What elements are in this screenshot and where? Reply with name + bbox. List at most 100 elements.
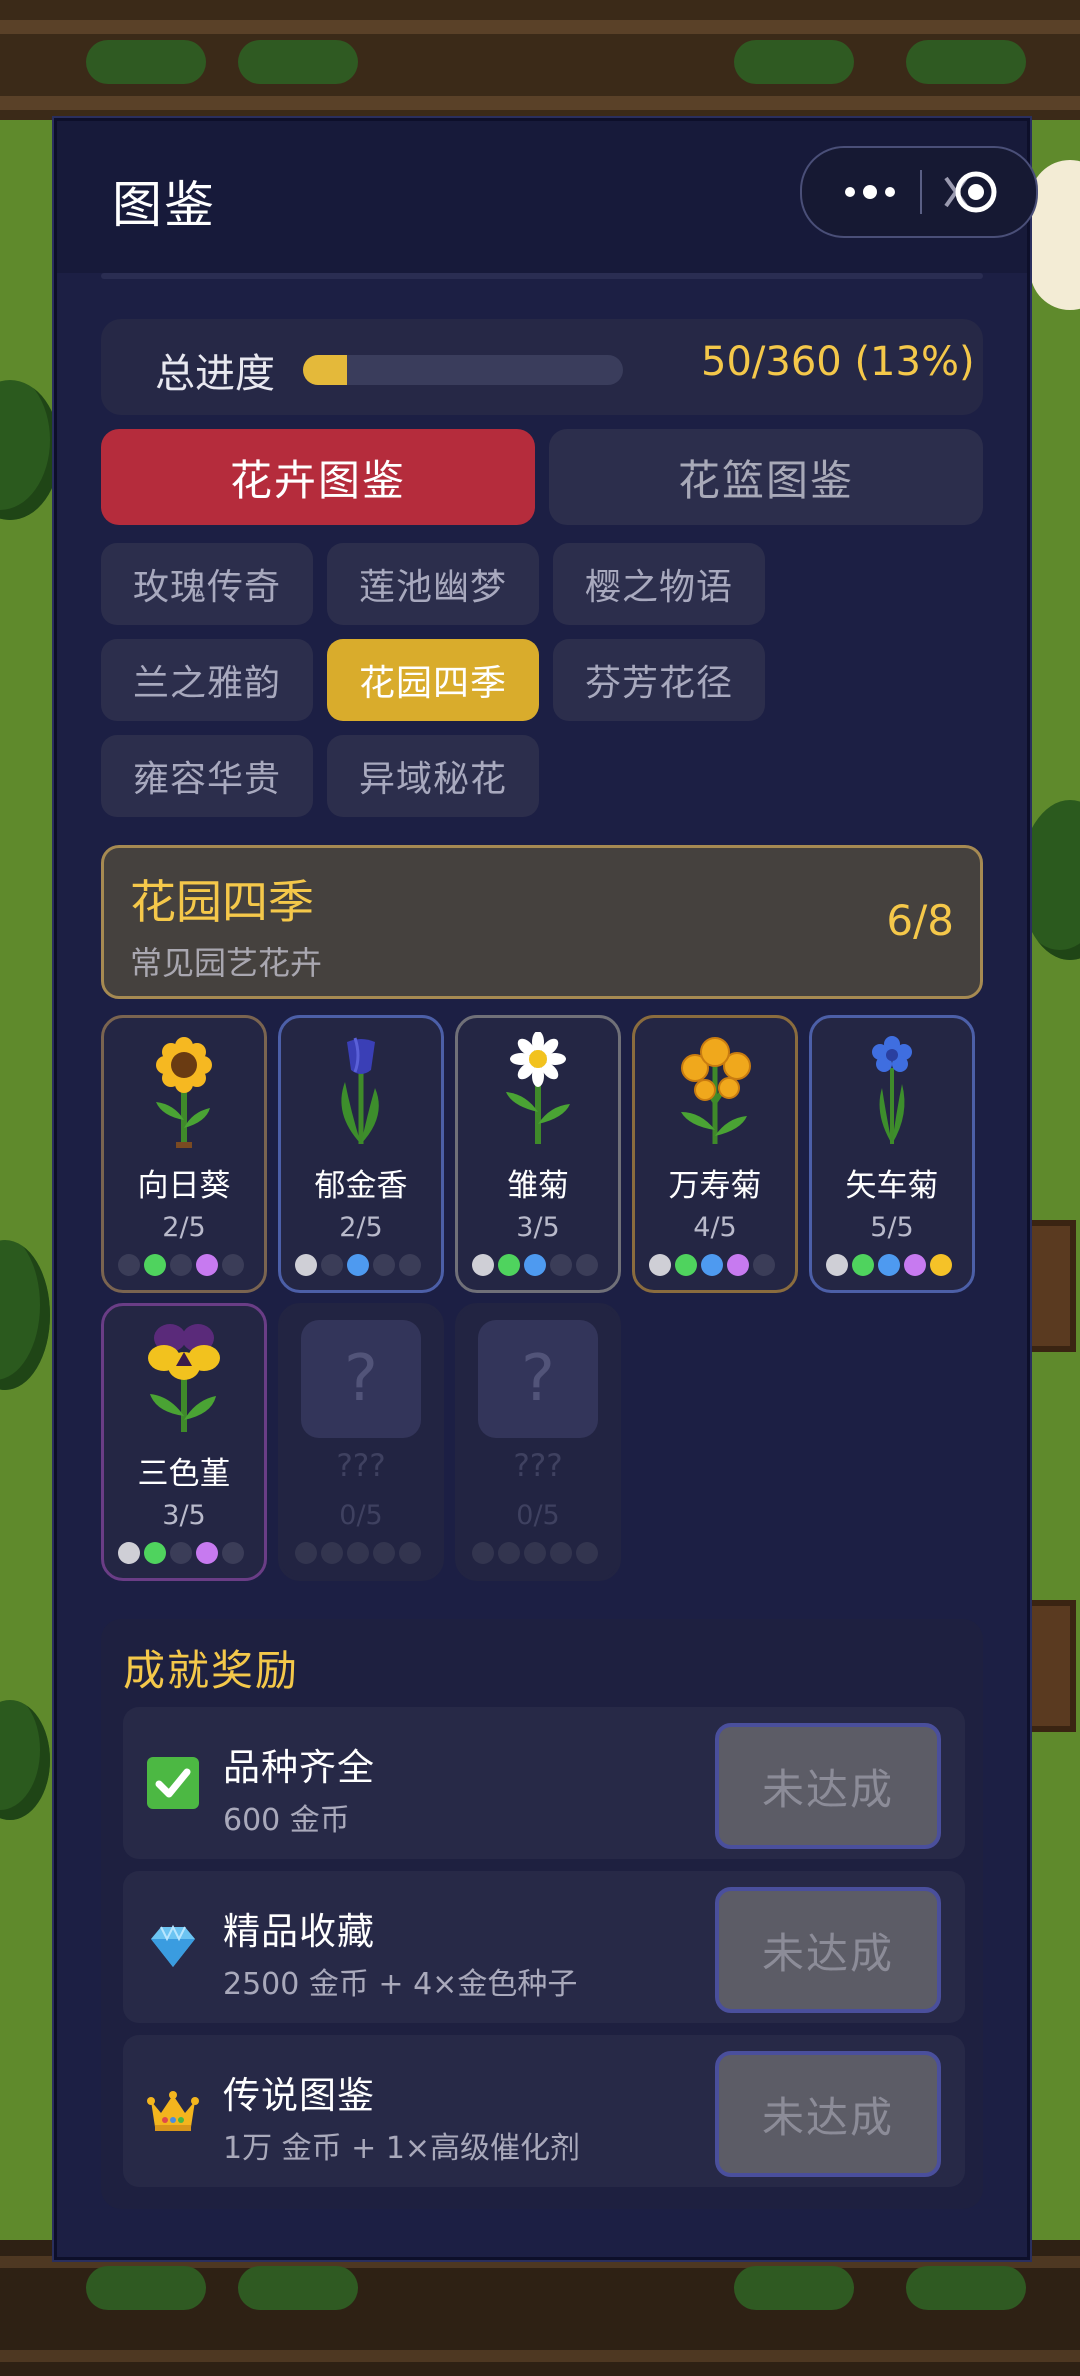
progress-value: 50/360 (13%) xyxy=(701,339,975,385)
rarity-dot xyxy=(753,1254,775,1276)
diamond-icon xyxy=(151,1924,195,1967)
flower-name: 三色堇 xyxy=(137,1456,231,1492)
flower-name: 雏菊 xyxy=(507,1168,569,1204)
game-bottom-border xyxy=(0,2240,1080,2376)
achievement-reward: 600 金币 xyxy=(223,1803,350,1838)
achievement-reward: 2500 金币 + 4×金色种子 xyxy=(223,1967,578,2002)
tab-flower-collection[interactable]: 花卉图鉴 xyxy=(101,429,535,525)
rarity-dot xyxy=(727,1254,749,1276)
rarity-dots xyxy=(472,1254,604,1276)
rarity-dot xyxy=(373,1254,395,1276)
rarity-dot xyxy=(649,1254,671,1276)
flower-card-pansy[interactable]: 三色堇 3/5 xyxy=(101,1303,267,1581)
progress-bar-fill xyxy=(303,355,348,385)
check-icon xyxy=(147,1757,199,1809)
pansy-icon xyxy=(148,1324,220,1432)
series-count: 6/8 xyxy=(886,896,954,945)
rarity-dot xyxy=(550,1542,572,1564)
marigold-icon xyxy=(681,1037,751,1144)
flower-name: 万寿菊 xyxy=(668,1168,762,1204)
tab-basket-collection[interactable]: 花篮图鉴 xyxy=(549,429,983,525)
collection-panel: 图鉴 总进度 50/360 (13%) 花卉图鉴 花篮图鉴 玫瑰传奇 莲池幽梦 … xyxy=(54,118,1030,2260)
game-field-right xyxy=(1024,120,1080,2240)
flower-card-locked[interactable]: ? ??? 0/5 xyxy=(278,1303,444,1581)
capsule-divider xyxy=(920,170,922,214)
rarity-dot xyxy=(118,1254,140,1276)
question-icon: ? xyxy=(478,1320,598,1438)
flower-card-locked[interactable]: ? ??? 0/5 xyxy=(455,1303,621,1581)
rarity-dot xyxy=(524,1254,546,1276)
rarity-dot xyxy=(347,1542,369,1564)
flower-card-sunflower[interactable]: 向日葵 2/5 xyxy=(101,1015,267,1293)
claim-button[interactable]: 未达成 xyxy=(715,1887,941,2013)
flower-count: 4/5 xyxy=(693,1212,737,1243)
rarity-dot xyxy=(295,1542,317,1564)
game-top-border xyxy=(0,0,1080,120)
question-icon: ? xyxy=(301,1320,421,1438)
rarity-dot xyxy=(472,1254,494,1276)
picture-frame-right-1 xyxy=(1024,1220,1076,1352)
rarity-dots xyxy=(472,1542,604,1564)
rarity-dot xyxy=(550,1254,572,1276)
achievement-row: 品种齐全 600 金币 未达成 xyxy=(123,1707,965,1859)
rarity-dot xyxy=(347,1254,369,1276)
achievement-row: 精品收藏 2500 金币 + 4×金色种子 未达成 xyxy=(123,1871,965,2023)
rarity-dot xyxy=(170,1254,192,1276)
page-title: 图鉴 xyxy=(112,176,216,234)
flower-count: 5/5 xyxy=(870,1212,914,1243)
claim-button[interactable]: 未达成 xyxy=(715,2051,941,2177)
rarity-dots xyxy=(649,1254,781,1276)
rarity-dot xyxy=(399,1254,421,1276)
crown-icon xyxy=(147,2091,199,2131)
rarity-dot xyxy=(472,1542,494,1564)
flower-count: 3/5 xyxy=(516,1212,560,1243)
rarity-dot xyxy=(701,1254,723,1276)
rarity-dot xyxy=(498,1254,520,1276)
flower-count: 2/5 xyxy=(162,1212,206,1243)
rarity-dot xyxy=(826,1254,848,1276)
flower-count: 2/5 xyxy=(339,1212,383,1243)
rarity-dot xyxy=(852,1254,874,1276)
series-tab-sakura[interactable]: 樱之物语 xyxy=(553,543,765,625)
rarity-dot xyxy=(576,1542,598,1564)
rarity-dot xyxy=(576,1254,598,1276)
rarity-dot xyxy=(878,1254,900,1276)
picture-frame-right-2 xyxy=(1024,1600,1076,1732)
header-divider xyxy=(101,273,983,279)
rarity-dot xyxy=(144,1254,166,1276)
rarity-dot xyxy=(321,1254,343,1276)
rarity-dot xyxy=(498,1542,520,1564)
series-tab-elegant[interactable]: 雍容华贵 xyxy=(101,735,313,817)
rarity-dot xyxy=(222,1254,244,1276)
series-tab-lotus[interactable]: 莲池幽梦 xyxy=(327,543,539,625)
series-tab-garden-seasons[interactable]: 花园四季 xyxy=(327,639,539,721)
flower-card-marigold[interactable]: 万寿菊 4/5 xyxy=(632,1015,798,1293)
rarity-dots xyxy=(118,1542,250,1564)
tulip-icon xyxy=(341,1037,379,1144)
flower-name: ??? xyxy=(513,1448,563,1484)
claim-button[interactable]: 未达成 xyxy=(715,1723,941,1849)
series-tab-rose[interactable]: 玫瑰传奇 xyxy=(101,543,313,625)
series-description: 常见园艺花卉 xyxy=(130,944,323,982)
series-tab-orchid[interactable]: 兰之雅韵 xyxy=(101,639,313,721)
sunflower-icon xyxy=(156,1037,212,1148)
flower-card-tulip[interactable]: 郁金香 2/5 xyxy=(278,1015,444,1293)
achievement-row: 传说图鉴 1万 金币 + 1×高级催化剂 未达成 xyxy=(123,2035,965,2187)
series-name: 花园四季 xyxy=(130,875,314,929)
flower-card-cornflower[interactable]: 矢车菊 5/5 xyxy=(809,1015,975,1293)
rarity-dot xyxy=(321,1542,343,1564)
rarity-dot xyxy=(144,1542,166,1564)
close-target-icon[interactable] xyxy=(942,164,998,220)
rarity-dots xyxy=(118,1254,250,1276)
series-tab-fragrant-path[interactable]: 芬芳花径 xyxy=(553,639,765,721)
series-tab-exotic[interactable]: 异域秘花 xyxy=(327,735,539,817)
achievement-name: 传说图鉴 xyxy=(223,2074,375,2117)
flower-name: 矢车菊 xyxy=(845,1168,939,1204)
rarity-dot xyxy=(118,1542,140,1564)
more-dots-icon[interactable] xyxy=(830,168,910,216)
progress-label: 总进度 xyxy=(155,351,275,397)
series-summary: 花园四季 常见园艺花卉 6/8 xyxy=(101,845,983,999)
total-progress: 总进度 50/360 (13%) xyxy=(101,319,983,415)
flower-card-daisy[interactable]: 雏菊 3/5 xyxy=(455,1015,621,1293)
rarity-dot xyxy=(295,1254,317,1276)
